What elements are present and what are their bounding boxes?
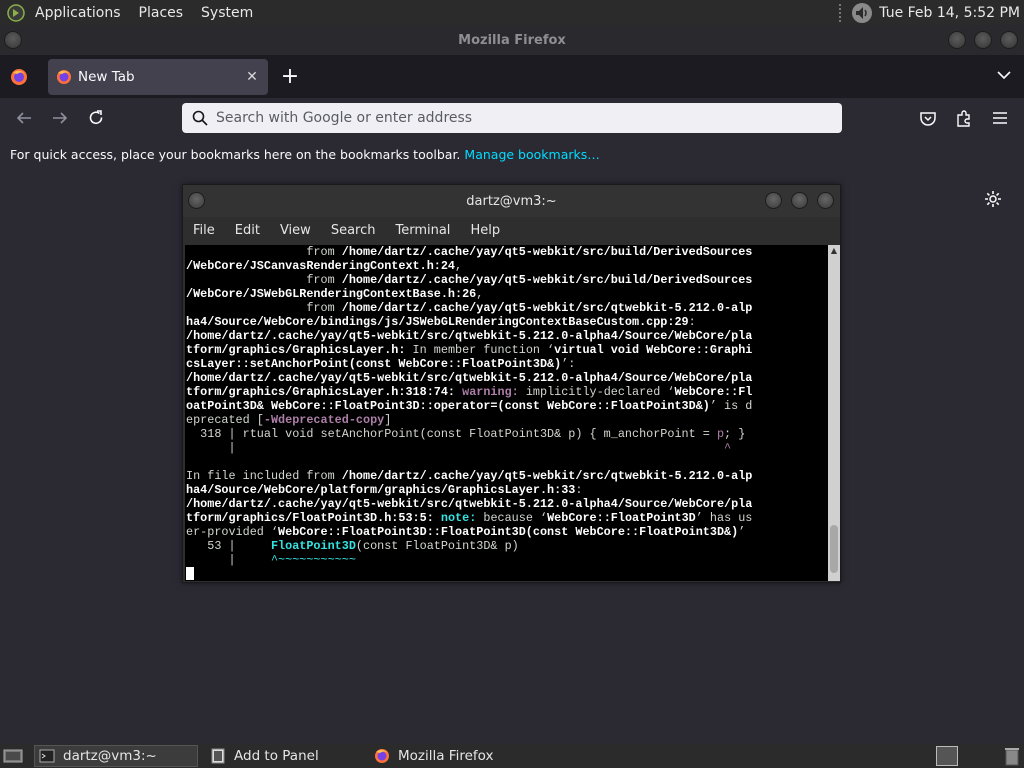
terminal-maximize-button[interactable] [791,192,808,209]
main-menu: Applications Places System [0,0,262,25]
url-bar[interactable] [182,103,842,133]
scroll-up-arrow-icon[interactable]: ▲ [828,245,840,257]
terminal-scrollbar[interactable]: ▲ [828,245,840,581]
tab-close-icon[interactable]: ✕ [240,69,264,85]
menu-places[interactable]: Places [130,5,193,21]
window-menu-button[interactable] [4,31,22,49]
new-tab-button[interactable]: + [280,63,300,91]
terminal-menu-file[interactable]: File [183,223,225,238]
workspace-switcher[interactable] [936,746,958,766]
search-icon [192,110,208,126]
terminal-window-menu-button[interactable] [188,192,205,209]
firefox-titlebar[interactable]: Mozilla Firefox [0,25,1024,55]
top-panel-tray: Tue Feb 14, 5:52 PM [839,0,1024,25]
terminal-menu-search[interactable]: Search [321,223,386,238]
menu-system[interactable]: System [192,5,262,21]
volume-icon[interactable] [851,2,873,24]
tab-new-tab[interactable]: New Tab ✕ [48,59,268,95]
firefox-icon [375,749,389,763]
taskbar-item-label: Add to Panel [234,748,319,764]
minimize-button[interactable] [948,31,966,49]
clock[interactable]: Tue Feb 14, 5:52 PM [879,5,1020,21]
pocket-icon[interactable] [918,108,938,128]
taskbar-item-label: dartz@vm3:~ [63,748,157,764]
chevron-down-icon[interactable] [996,67,1012,83]
navigation-toolbar [0,98,1024,140]
terminal-window[interactable]: dartz@vm3:~ File Edit View Search Termin… [182,184,841,583]
terminal-cursor [186,567,194,581]
extensions-icon[interactable] [954,108,974,128]
reload-icon[interactable] [86,108,106,128]
terminal-menu-help[interactable]: Help [460,223,510,238]
tab-strip: New Tab ✕ + [0,55,1024,98]
show-desktop-icon[interactable] [2,747,24,765]
taskbar-item-label: Mozilla Firefox [398,748,494,764]
trash-icon[interactable] [1002,745,1022,767]
back-arrow-icon[interactable] [14,108,34,128]
terminal-titlebar[interactable]: dartz@vm3:~ [183,185,840,217]
taskbar: dartz@vm3:~ Add to Panel Mozilla Firefox [0,744,1024,768]
close-button[interactable] [1000,31,1018,49]
maximize-button[interactable] [974,31,992,49]
bookmarks-toolbar: For quick access, place your bookmarks h… [0,140,1024,168]
firefox-view-icon[interactable] [10,68,28,86]
forward-arrow-icon[interactable] [50,108,70,128]
terminal-menu-terminal[interactable]: Terminal [385,223,460,238]
top-panel: Applications Places System Tue Feb 14, 5… [0,0,1024,25]
terminal-menu-edit[interactable]: Edit [225,223,270,238]
terminal-menubar: File Edit View Search Terminal Help [183,217,840,243]
manage-bookmarks-link[interactable]: Manage bookmarks… [464,147,599,162]
tab-label: New Tab [78,69,135,85]
bookmarks-hint: For quick access, place your bookmarks h… [10,146,461,162]
hamburger-menu-icon[interactable] [990,108,1010,128]
distro-logo-icon[interactable] [6,3,26,23]
window-title: Mozilla Firefox [458,32,566,48]
panel-grip [839,3,843,22]
terminal-title: dartz@vm3:~ [466,193,557,209]
taskbar-item-terminal[interactable]: dartz@vm3:~ [34,745,198,767]
terminal-icon [39,749,55,763]
terminal-close-button[interactable] [817,192,834,209]
menu-applications[interactable]: Applications [26,5,130,21]
gear-icon[interactable] [984,190,1002,208]
terminal-minimize-button[interactable] [765,192,782,209]
firefox-favicon-icon [57,70,71,84]
taskbar-item-add-to-panel[interactable]: Add to Panel [204,745,364,767]
terminal-output[interactable]: from /home/dartz/.cache/yay/qt5-webkit/s… [185,245,828,581]
terminal-menu-view[interactable]: View [270,223,321,238]
url-input[interactable] [216,110,842,126]
scrollbar-thumb[interactable] [830,525,838,573]
panel-icon [211,748,225,764]
taskbar-item-firefox[interactable]: Mozilla Firefox [370,745,570,767]
